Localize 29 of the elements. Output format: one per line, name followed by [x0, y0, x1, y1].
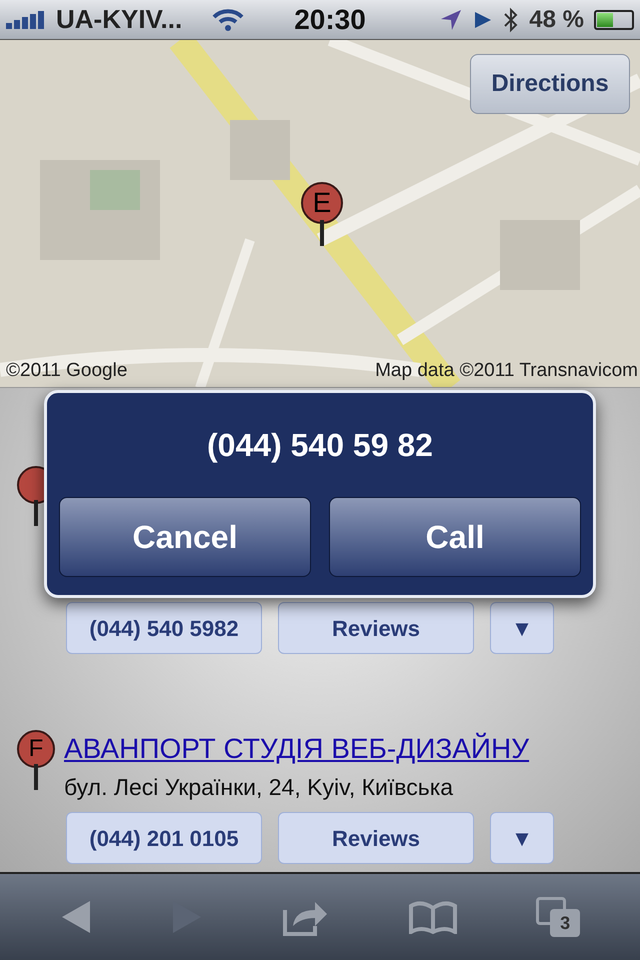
tabs-button[interactable]: 3 [536, 897, 580, 937]
reviews-button[interactable]: Reviews [278, 602, 474, 654]
pin-letter: F [28, 734, 44, 764]
map-data-text: Map data ©2011 Transnavicom [375, 358, 638, 382]
alert-button[interactable]: Call [329, 497, 581, 577]
result-address: бул. Лесі Українки, 24, Kyiv, Київська [64, 773, 454, 802]
result-title-link[interactable]: АВАНПОРТ СТУДІЯ ВЕБ-ДИЗАЙНУ [64, 730, 530, 768]
bookmarks-book-icon[interactable] [408, 900, 457, 934]
clock: 20:30 [294, 2, 366, 36]
location-arrow-icon [439, 8, 464, 32]
carrier-name: UA-KYIV... [56, 3, 182, 36]
tab-count: 3 [560, 912, 570, 934]
more-button[interactable]: ▼ [490, 602, 554, 654]
battery-icon [594, 10, 634, 30]
wifi-icon [212, 8, 244, 32]
signal-icon [6, 10, 46, 28]
more-button[interactable]: ▼ [490, 812, 554, 864]
phone-button[interactable]: (044) 540 5982 [66, 602, 262, 654]
phone-button[interactable]: (044) 201 0105 [66, 812, 262, 864]
copyright-text: ©2011 Google [6, 358, 128, 382]
battery-percent: 48 % [529, 4, 584, 34]
back-arrow-icon[interactable] [60, 899, 92, 935]
play-icon [473, 10, 494, 30]
alert-button[interactable]: Cancel [59, 497, 311, 577]
reviews-button[interactable]: Reviews [278, 812, 474, 864]
bluetooth-icon [503, 6, 520, 32]
directions-button[interactable]: Directions [470, 54, 630, 114]
alert-title: (044) 540 59 82 [207, 426, 433, 465]
pin-letter: E [312, 186, 332, 220]
